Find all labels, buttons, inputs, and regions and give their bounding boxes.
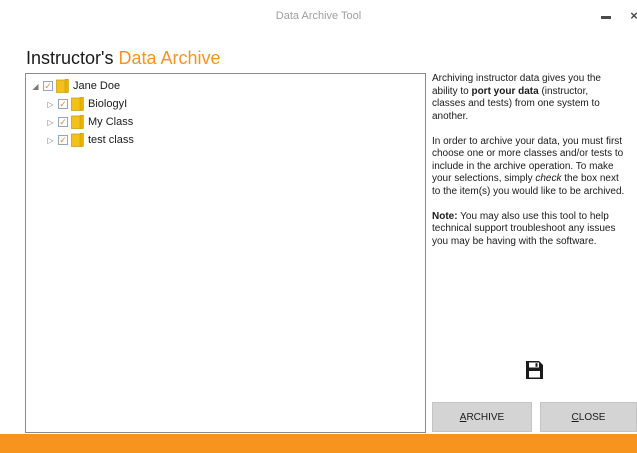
expand-arrow-icon[interactable]: ▷ [46, 117, 55, 127]
info-panel: Archiving instructor data gives you the … [432, 73, 637, 261]
tree-item-class[interactable]: ▷ ✓ My Class [46, 114, 133, 130]
info-text: include in the archive operation. To mak… [432, 160, 614, 172]
tree-item-label: test class [88, 134, 134, 146]
tree-item-root[interactable]: ◢ ✓ Jane Doe [31, 78, 120, 94]
expand-arrow-icon[interactable]: ▷ [46, 135, 55, 145]
info-paragraph: Note: You may also use this tool to help… [432, 211, 637, 249]
folder-icon [71, 97, 84, 111]
tree-item-label: Jane Doe [73, 80, 121, 92]
info-text: In order to archive your data, you must … [432, 135, 623, 147]
info-text: classes and tests) from one system to [432, 98, 600, 109]
minimize-icon [601, 15, 611, 19]
info-bold-text: port your data [471, 85, 539, 97]
info-italic-text: check [535, 173, 562, 184]
archive-tree: ◢ ✓ Jane Doe ▷ ✓ BiologyI ▷ ✓ My Class ▷… [25, 73, 426, 433]
footer-accent-bar [0, 434, 637, 453]
tree-checkbox[interactable]: ✓ [58, 117, 68, 127]
info-text: (instructor, [538, 85, 589, 97]
info-text: your selections, simply [432, 173, 536, 184]
info-text: technical support troubleshoot any issue… [432, 223, 616, 234]
archive-button-label: RCHIVE [466, 411, 505, 423]
collapse-arrow-icon[interactable]: ◢ [31, 81, 40, 91]
info-note-label: Note: [432, 210, 458, 222]
archive-button-accesskey: A [459, 411, 467, 423]
info-text: the box next [561, 173, 619, 184]
expand-arrow-icon[interactable]: ▷ [46, 99, 55, 109]
folder-icon [71, 115, 84, 129]
close-button-label: LOSE [578, 411, 606, 423]
tree-item-class[interactable]: ▷ ✓ test class [46, 132, 134, 148]
tree-checkbox[interactable]: ✓ [43, 81, 53, 91]
info-text: another. [432, 110, 469, 122]
tree-item-label: My Class [88, 116, 134, 128]
tree-checkbox[interactable]: ✓ [58, 135, 68, 145]
title-bar: Data Archive Tool × [0, 0, 637, 30]
close-window-button[interactable]: × [627, 8, 637, 23]
page-title-accent: Data Archive [118, 48, 221, 68]
folder-icon [56, 79, 69, 93]
window-title: Data Archive Tool [275, 10, 362, 22]
info-text: choose one or more classes and/or tests … [432, 148, 624, 159]
info-paragraph: In order to archive your data, you must … [432, 136, 637, 199]
page-title-prefix: Instructor's [26, 48, 114, 68]
info-text: Archiving instructor data gives you the [432, 73, 601, 84]
minimize-button[interactable] [599, 8, 613, 22]
archive-button[interactable]: A RCHIVE [432, 402, 532, 432]
tree-item-label: BiologyI [88, 98, 128, 110]
tree-checkbox[interactable]: ✓ [58, 99, 68, 109]
info-text: You may also use this tool to help [457, 210, 609, 222]
info-text: ability to [432, 85, 472, 97]
tree-item-class[interactable]: ▷ ✓ BiologyI [46, 96, 127, 112]
info-text: you may be having with the software. [432, 235, 597, 247]
floppy-disk-icon [526, 361, 543, 379]
close-button-accesskey: C [571, 411, 579, 423]
page-title: Instructor's Data Archive [26, 48, 221, 69]
info-paragraph: Archiving instructor data gives you the … [432, 73, 637, 123]
info-text: to the item(s) you would like to be arch… [432, 185, 625, 197]
folder-icon [71, 133, 84, 147]
close-button[interactable]: C LOSE [540, 402, 637, 432]
